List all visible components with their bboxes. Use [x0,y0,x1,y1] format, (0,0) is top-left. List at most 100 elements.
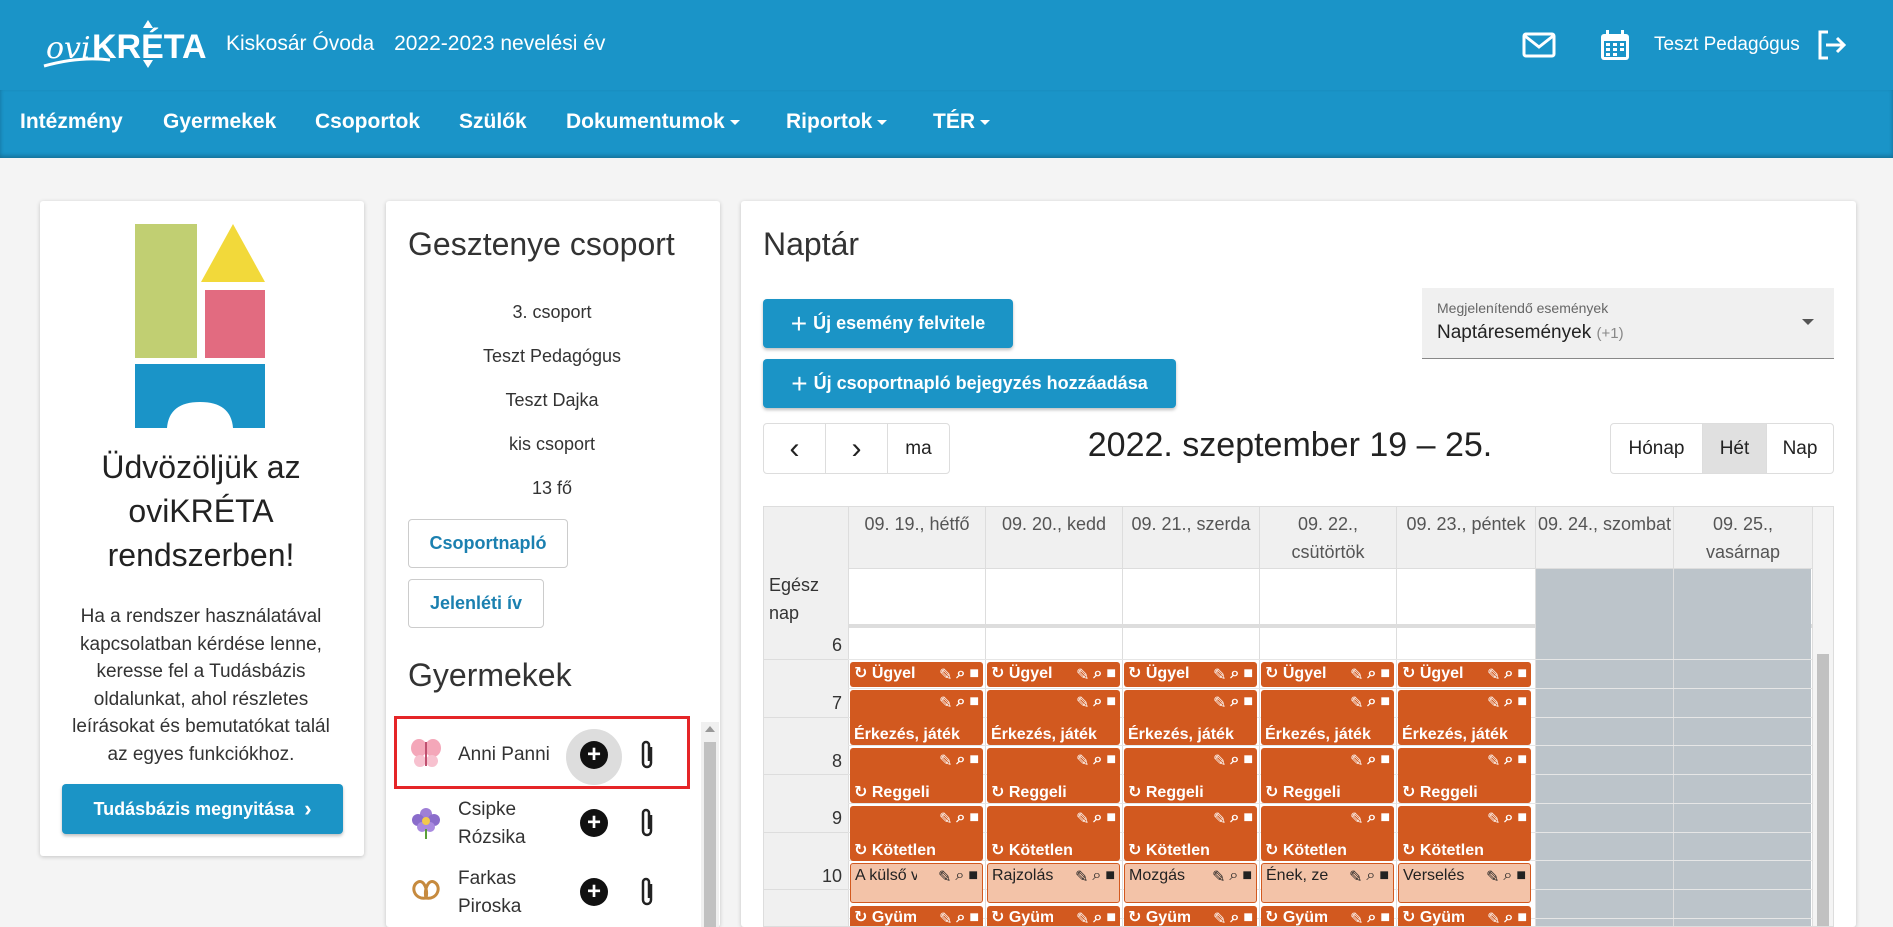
attachment-icon[interactable]: ⌕ [1367,693,1376,713]
edit-icon[interactable]: ✎ [1486,867,1499,887]
edit-icon[interactable]: ✎ [1487,909,1500,926]
attachment-icon[interactable]: ⌕ [1504,693,1513,713]
delete-icon[interactable]: ■ [1243,751,1253,771]
delete-icon[interactable]: ■ [969,909,979,926]
child-name-farkas[interactable]: Farkas Piroska [458,865,548,921]
edit-icon[interactable]: ✎ [1075,867,1088,887]
event-reggeli[interactable]: ↻ Reggeli ✎ ⌕ ■ [1124,748,1257,803]
edit-icon[interactable]: ✎ [1487,809,1500,829]
delete-icon[interactable]: ■ [1242,867,1252,887]
attachment-icon[interactable]: ⌕ [956,693,965,713]
edit-icon[interactable]: ✎ [1349,867,1362,887]
edit-icon[interactable]: ✎ [1213,909,1226,926]
event-kotetlen[interactable]: ↻ Kötetlen ✎ ⌕ ■ [987,806,1120,861]
child-name-csipke[interactable]: Csipke Rózsika [458,796,548,852]
attachment-icon[interactable]: ⌕ [1367,751,1376,771]
edit-icon[interactable]: ✎ [1076,693,1089,713]
nav-szulok[interactable]: Szülők [459,110,527,134]
delete-icon[interactable]: ■ [1517,909,1527,926]
event-erkezes[interactable]: Érkezés, játék ✎ ⌕ ■ [987,690,1120,745]
attachment-icon[interactable]: ⌕ [1503,867,1512,887]
edit-icon[interactable]: ✎ [939,665,952,685]
nav-intezmeny[interactable]: Intézmény [20,110,123,134]
event-kotetlen[interactable]: ↻ Kötetlen ✎ ⌕ ■ [850,806,983,861]
event-gyumolcs[interactable]: ↻ Gyümölcs ✎⌕■ [1124,906,1257,926]
edit-icon[interactable]: ✎ [1076,665,1089,685]
logout-icon[interactable] [1814,28,1848,62]
attachment-icon[interactable]: ⌕ [1229,867,1238,887]
delete-icon[interactable]: ■ [1380,809,1390,829]
delete-icon[interactable]: ■ [1106,693,1116,713]
children-scrollbar[interactable] [701,722,719,927]
delete-icon[interactable]: ■ [1380,665,1390,685]
knowledge-base-button[interactable]: Tudásbázis megnyitása › [62,784,343,834]
add-child-entry-button[interactable]: + [580,809,608,837]
attachment-icon[interactable] [636,739,658,776]
delete-icon[interactable]: ■ [1517,751,1527,771]
delete-icon[interactable]: ■ [1380,751,1390,771]
edit-icon[interactable]: ✎ [1213,751,1226,771]
nav-csoportok[interactable]: Csoportok [315,110,420,134]
attachment-icon[interactable]: ⌕ [1504,665,1513,685]
attachment-icon[interactable]: ⌕ [1504,751,1513,771]
attachment-icon[interactable]: ⌕ [1093,909,1102,926]
nav-dokumentumok[interactable]: Dokumentumok [566,110,740,134]
attachment-icon[interactable] [636,807,658,844]
user-name[interactable]: Teszt Pedagógus [1654,34,1800,56]
event-gyumolcs[interactable]: ↻ Gyümölcs ✎⌕■ [1261,906,1394,926]
event-activity[interactable]: Mozgás ✎ ⌕ ■ [1124,863,1257,903]
nav-gyermekek[interactable]: Gyermekek [163,110,276,134]
edit-icon[interactable]: ✎ [1213,809,1226,829]
delete-icon[interactable]: ■ [1517,693,1527,713]
event-ugyelet[interactable]: ↻ Ügyelet ✎⌕■ [850,662,983,687]
event-filter-select[interactable]: Megjelenítendő események Naptáresemények… [1422,288,1834,359]
child-name-anni[interactable]: Anni Panni [458,741,550,769]
view-month-button[interactable]: Hónap [1610,423,1703,474]
delete-icon[interactable]: ■ [1379,867,1389,887]
delete-icon[interactable]: ■ [1380,909,1390,926]
edit-icon[interactable]: ✎ [1350,665,1363,685]
edit-icon[interactable]: ✎ [1487,665,1500,685]
delete-icon[interactable]: ■ [1517,665,1527,685]
delete-icon[interactable]: ■ [969,809,979,829]
event-kotetlen[interactable]: ↻ Kötetlen ✎ ⌕ ■ [1124,806,1257,861]
edit-icon[interactable]: ✎ [939,693,952,713]
delete-icon[interactable]: ■ [1380,693,1390,713]
delete-icon[interactable]: ■ [1106,751,1116,771]
attachment-icon[interactable]: ⌕ [1367,665,1376,685]
edit-icon[interactable]: ✎ [1350,693,1363,713]
attachment-icon[interactable]: ⌕ [1093,665,1102,685]
edit-icon[interactable]: ✎ [1076,809,1089,829]
edit-icon[interactable]: ✎ [1076,751,1089,771]
group-diary-button[interactable]: Csoportnapló [408,519,568,568]
event-activity[interactable]: Rajzolás ✎ ⌕ ■ [987,863,1120,903]
delete-icon[interactable]: ■ [1243,665,1253,685]
edit-icon[interactable]: ✎ [1350,909,1363,926]
delete-icon[interactable]: ■ [1243,693,1253,713]
attachment-icon[interactable]: ⌕ [1504,909,1513,926]
edit-icon[interactable]: ✎ [939,809,952,829]
event-ugyelet[interactable]: ↻ Ügyelet ✎⌕■ [1398,662,1531,687]
event-kotetlen[interactable]: ↻ Kötetlen ✎ ⌕ ■ [1261,806,1394,861]
attachment-icon[interactable]: ⌕ [956,809,965,829]
delete-icon[interactable]: ■ [969,693,979,713]
attachment-icon[interactable]: ⌕ [956,751,965,771]
today-button[interactable]: ma [887,423,950,474]
delete-icon[interactable]: ■ [1243,809,1253,829]
nav-riportok[interactable]: Riportok [786,110,888,134]
delete-icon[interactable]: ■ [1106,809,1116,829]
edit-icon[interactable]: ✎ [1350,751,1363,771]
delete-icon[interactable]: ■ [969,665,979,685]
attachment-icon[interactable]: ⌕ [1093,751,1102,771]
edit-icon[interactable]: ✎ [1212,867,1225,887]
event-activity[interactable]: Ének, zene ✎⌕■ [1261,863,1394,903]
edit-icon[interactable]: ✎ [1076,909,1089,926]
event-erkezes[interactable]: Érkezés, játék ✎ ⌕ ■ [1261,690,1394,745]
delete-icon[interactable]: ■ [1106,909,1116,926]
attachment-icon[interactable]: ⌕ [1093,693,1102,713]
attachment-icon[interactable]: ⌕ [956,665,965,685]
edit-icon[interactable]: ✎ [1213,693,1226,713]
nav-ter[interactable]: TÉR [933,110,990,134]
event-reggeli[interactable]: ↻ Reggeli ✎ ⌕ ■ [850,748,983,803]
event-ugyelet[interactable]: ↻ Ügyelet ✎⌕■ [987,662,1120,687]
